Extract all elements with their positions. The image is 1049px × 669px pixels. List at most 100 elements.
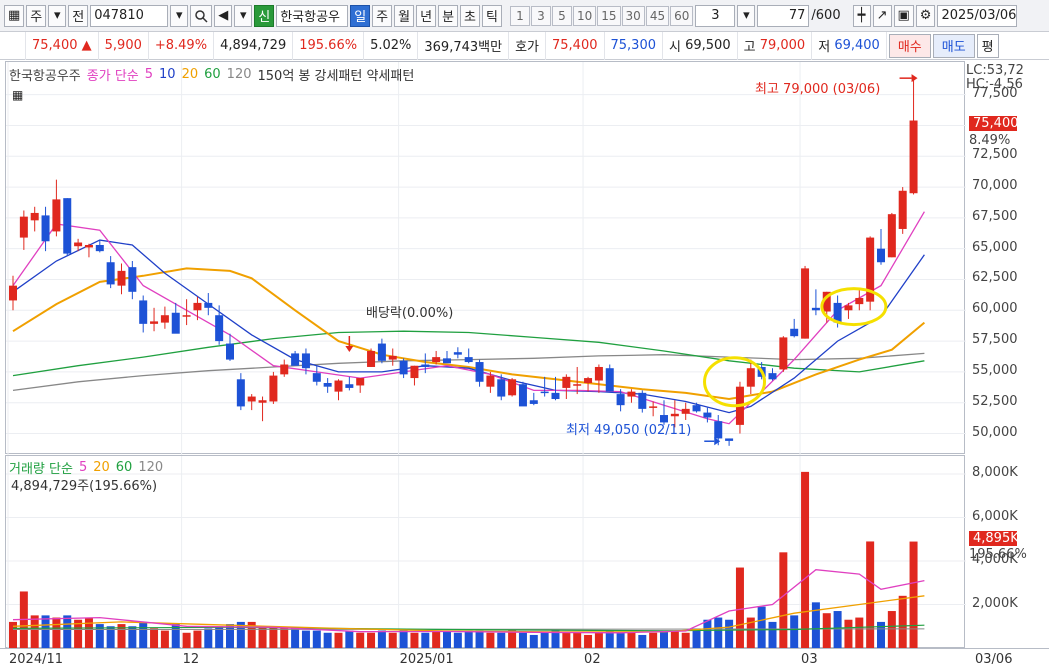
volume-bar [801, 471, 810, 648]
code-dropdown-icon[interactable]: ▾ [170, 4, 189, 27]
candle [627, 391, 636, 397]
volume-bar [345, 630, 354, 648]
layout-icon[interactable]: ▦ [4, 4, 25, 27]
volume-bar [670, 630, 679, 648]
volume-bar [811, 602, 820, 648]
interval-tab-45[interactable]: 45 [645, 5, 670, 26]
interval-tab-10[interactable]: 10 [572, 5, 597, 26]
buy-button[interactable]: 매수 [888, 33, 931, 58]
interval-tab-3[interactable]: 3 [530, 5, 551, 26]
grid-toggle-icon[interactable]: ▦ [12, 88, 23, 102]
period-tabs: 일주월년분초틱 [350, 4, 502, 27]
volume-bar [540, 632, 549, 648]
ask-price: 75,400 [546, 31, 605, 60]
volume-panel[interactable]: 거래량 단순 5 20 60 120 4,894,729주(195.66%) [5, 455, 966, 649]
interval-tab-15[interactable]: 15 [597, 5, 621, 26]
candle [605, 368, 614, 392]
volume-bar [291, 628, 300, 648]
volume-bar [508, 630, 517, 648]
volume-bar [334, 632, 343, 648]
lc-label: LC:53,72 [966, 63, 1024, 78]
legend-ma10: 10 [159, 67, 176, 82]
volume-bar [367, 632, 376, 648]
sell-button[interactable]: 매도 [932, 33, 975, 58]
prev-button[interactable]: 전 [68, 4, 89, 27]
current-price: 75,400 ▲ [26, 31, 99, 60]
candle [377, 343, 386, 361]
period-tab-1[interactable]: 주 [372, 4, 393, 27]
vma60-line [12, 624, 925, 632]
interval-tab-30[interactable]: 30 [621, 5, 645, 26]
interval-dropdown-icon[interactable]: ▾ [737, 4, 756, 27]
volume-bar [421, 632, 430, 648]
price-tick-6: 62,500 [972, 270, 1018, 286]
candle [258, 400, 267, 403]
candle [551, 392, 560, 400]
candle [573, 384, 582, 386]
price-tick-5: 65,000 [972, 239, 1018, 255]
date-label-0: 2024/11 [9, 652, 64, 667]
bid-price: 75,300 [605, 31, 663, 60]
gear-icon[interactable]: ⚙ [915, 4, 936, 27]
interval-input[interactable]: 3 [695, 4, 736, 27]
change-amount: 5,900 [99, 31, 149, 60]
count-input[interactable]: 77 [757, 4, 810, 27]
interval-tab-5[interactable]: 5 [551, 5, 572, 26]
candle [616, 394, 625, 406]
candle [540, 391, 549, 394]
period-tab-6[interactable]: 틱 [482, 4, 502, 27]
market-dropdown-icon[interactable]: ▾ [48, 4, 67, 27]
candle [638, 392, 647, 409]
hoga-label: 호가 [509, 31, 546, 60]
candle [19, 216, 28, 238]
interval-tabs: 1 3 5 10 15 30 45 60 [509, 5, 694, 26]
candle [529, 400, 538, 404]
candle-type-icon[interactable]: ┿ [852, 4, 871, 27]
date-input[interactable]: 2025/03/06 [937, 4, 1018, 27]
legend-ma-title: 종가 단순 [86, 69, 139, 84]
volume-bar [725, 619, 734, 648]
legend-stock: 한국항공우주 [9, 69, 81, 84]
quote-spacer [0, 31, 26, 60]
candle [74, 242, 83, 247]
interval-tab-1[interactable]: 1 [509, 5, 530, 26]
period-tab-3[interactable]: 년 [416, 4, 437, 27]
volume-bar [388, 632, 397, 648]
candle [345, 384, 354, 388]
volume-bar [52, 617, 61, 648]
speaker-icon[interactable]: ◀ [214, 4, 233, 27]
volume-bar [399, 630, 408, 648]
code-input[interactable]: 047810 [90, 4, 169, 27]
period-tab-5[interactable]: 초 [460, 4, 481, 27]
interval-tab-60[interactable]: 60 [670, 5, 694, 26]
dividend-annotation: 배당락(0.00%) [366, 306, 454, 321]
candle [215, 315, 224, 342]
period-tab-4[interactable]: 분 [438, 4, 459, 27]
draw-tool-icon[interactable]: ↗ [872, 4, 892, 27]
legend-ma20: 20 [181, 67, 199, 82]
volume-bar [312, 630, 321, 648]
volume-bar [529, 634, 538, 648]
volume-ratio: 195.66% [293, 31, 365, 60]
volume-bar [855, 617, 864, 648]
extra-button[interactable]: 평 [976, 33, 999, 58]
volume-bar [757, 606, 766, 648]
date-axis: 2024/11 12 2025/01 02 03 03/06 [0, 648, 1049, 669]
save-icon[interactable]: ▣ [893, 4, 914, 27]
period-tab-0[interactable]: 일 [350, 4, 371, 27]
search-icon[interactable] [190, 4, 213, 27]
date-label-4: 03 [801, 652, 818, 667]
candle [171, 312, 180, 334]
price-panel[interactable]: 한국항공우주 종가 단순 5 10 20 60 120 150억 봉 강세패턴 … [5, 61, 966, 455]
market-select[interactable]: 주 [26, 4, 47, 27]
candle [497, 379, 506, 397]
candle [30, 212, 39, 221]
period-tab-2[interactable]: 월 [394, 4, 415, 27]
speaker-dropdown-icon[interactable]: ▾ [234, 4, 253, 27]
volume-tick-0: 8,000K [972, 465, 1018, 481]
volume-bar [909, 541, 918, 648]
legend-vma20: 20 [93, 460, 110, 475]
volume-bar [518, 632, 527, 648]
volume-bar [551, 630, 560, 648]
candle [887, 214, 896, 258]
